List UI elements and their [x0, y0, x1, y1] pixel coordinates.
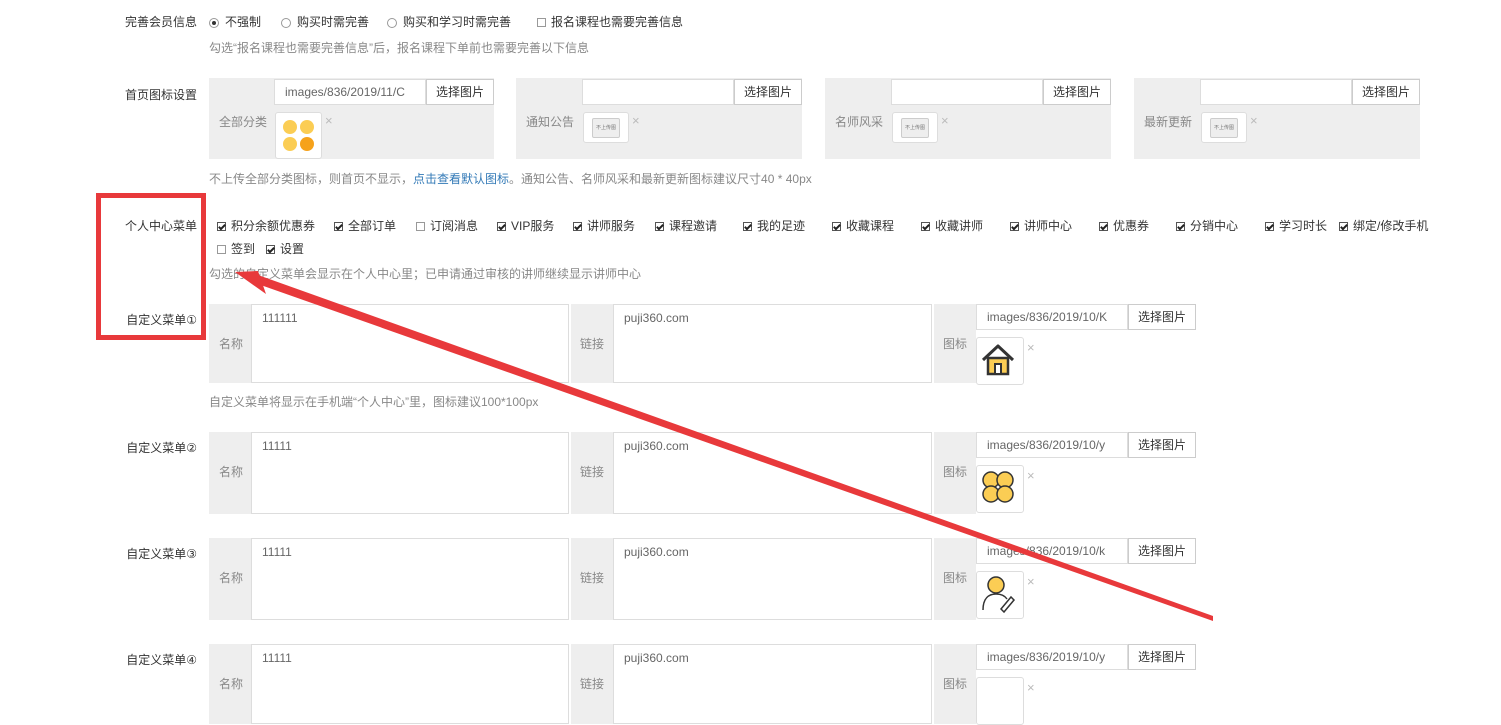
- checkbox-icon: [1176, 222, 1185, 231]
- personal-menu-item[interactable]: 绑定/修改手机: [1339, 217, 1428, 234]
- checkbox-icon: [921, 222, 930, 231]
- personal-menu-item[interactable]: 积分余额优惠券: [217, 217, 315, 234]
- personal-menu-item[interactable]: 讲师中心: [1010, 217, 1072, 234]
- checkbox-icon: [416, 222, 425, 231]
- personal-menu-item[interactable]: 收藏讲师: [921, 217, 983, 234]
- checkbox-icon: [217, 222, 226, 231]
- personal-menu-item[interactable]: 课程邀请: [655, 217, 717, 234]
- remove-icon[interactable]: ×: [1027, 681, 1035, 694]
- checkbox-icon: [1099, 222, 1108, 231]
- checkbox-icon: [1339, 222, 1348, 231]
- checkbox-icon: [832, 222, 841, 231]
- checkbox-icon: [573, 222, 582, 231]
- checkbox-icon: [743, 222, 752, 231]
- personal-menu-item[interactable]: 签到: [217, 240, 255, 257]
- checkbox-icon: [334, 222, 343, 231]
- personal-menu-item[interactable]: 设置: [266, 240, 304, 257]
- checkbox-icon: [497, 222, 506, 231]
- personal-menu-item[interactable]: 全部订单: [334, 217, 396, 234]
- personal-menu-item[interactable]: 讲师服务: [573, 217, 635, 234]
- checkbox-icon: [1265, 222, 1274, 231]
- personal-menu-item[interactable]: 优惠券: [1099, 217, 1149, 234]
- checkbox-icon: [266, 245, 275, 254]
- personal-menu-item[interactable]: 分销中心: [1176, 217, 1238, 234]
- checkbox-icon: [217, 245, 226, 254]
- personal-menu-item[interactable]: VIP服务: [497, 217, 554, 234]
- personal-menu-item[interactable]: 学习时长: [1265, 217, 1327, 234]
- personal-menu-item[interactable]: 收藏课程: [832, 217, 894, 234]
- annotation-arrow: [235, 271, 1213, 621]
- personal-menu-item[interactable]: 订阅消息: [416, 217, 478, 234]
- unknown-icon: [976, 677, 1024, 725]
- checkbox-icon: [655, 222, 664, 231]
- checkbox-icon: [1010, 222, 1019, 231]
- personal-menu-item[interactable]: 我的足迹: [743, 217, 805, 234]
